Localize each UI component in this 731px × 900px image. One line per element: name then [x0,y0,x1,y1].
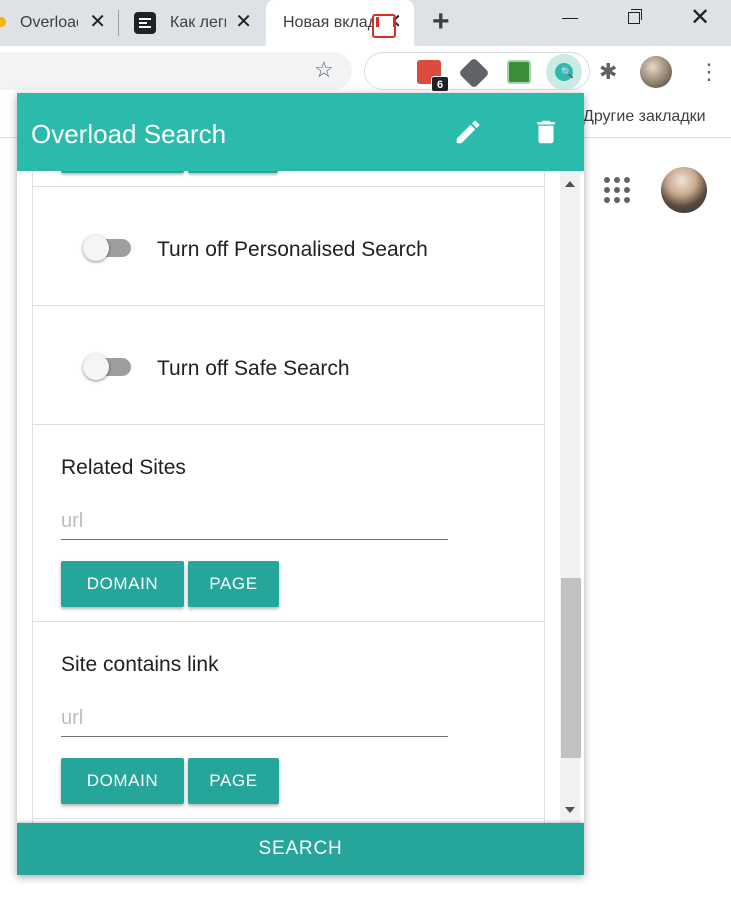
browser-toolbar: ☆ [0,46,731,98]
domain-button-partial[interactable] [61,171,184,173]
gmail-extension-icon[interactable] [372,14,396,38]
close-tab-icon[interactable]: ✕ [235,11,252,33]
personalised-search-label: Turn off Personalised Search [157,238,428,261]
related-sites-title: Related Sites [61,456,186,479]
google-account-avatar[interactable] [661,167,707,213]
todoist-badge: 6 [431,76,449,92]
tab-title: Overload Search [20,14,78,31]
site-contains-link-domain-button[interactable]: DOMAIN [61,758,184,804]
tab-strip: Overload Search ✕ Как легко ✕ Новая вкла… [0,0,731,46]
search-button[interactable]: SEARCH [17,823,584,875]
divider [33,186,544,187]
document-icon [134,12,156,34]
tab-separator [118,10,119,36]
tab-title: Новая вкладка [283,14,377,31]
scroll-down-arrow-icon[interactable] [565,807,575,813]
divider [33,424,544,425]
related-sites-url-input[interactable] [61,504,448,540]
close-tab-icon[interactable]: ✕ [89,11,106,33]
site-contains-link-page-button[interactable]: PAGE [188,758,279,804]
tab-article[interactable]: Как легко ✕ [124,0,264,46]
toggle-knob [83,235,109,261]
tab-favicon [0,17,6,27]
restore-icon[interactable] [628,9,642,24]
window-close-icon[interactable]: ✕ [690,6,710,30]
options-list: Turn off Personalised Search Turn off Sa… [32,171,545,823]
other-bookmarks-folder[interactable]: Другие закладки [583,108,706,126]
popup-scroll-area[interactable]: Turn off Personalised Search Turn off Sa… [17,171,584,823]
tab-overload-search[interactable]: Overload Search ✕ [0,0,118,46]
page-button-partial[interactable] [188,171,278,173]
minimize-icon[interactable] [562,18,578,19]
toggle-knob [83,354,109,380]
bookmark-star-icon[interactable]: ☆ [314,58,334,82]
new-tab-button[interactable]: + [432,6,450,38]
safe-search-label: Turn off Safe Search [157,357,350,380]
divider [33,621,544,622]
overload-search-extension-icon[interactable]: 🔍 [546,54,582,90]
google-apps-icon[interactable] [604,177,630,203]
popup-scrollbar[interactable] [560,171,581,823]
extensions-puzzle-icon[interactable]: ✱ [599,60,617,84]
divider [33,305,544,306]
delete-trash-icon[interactable] [531,117,561,147]
magnifier-icon: 🔍 [560,67,574,79]
site-contains-link-title: Site contains link [61,653,219,676]
scroll-up-arrow-icon[interactable] [565,181,575,187]
personalised-search-toggle[interactable] [81,233,137,263]
related-sites-page-button[interactable]: PAGE [188,561,279,607]
popup-title: Overload Search [31,119,227,149]
address-bar[interactable] [0,52,352,90]
safe-search-toggle[interactable] [81,352,137,382]
browser-menu-icon[interactable]: ⋮ [698,58,720,86]
tab-title: Как легко [170,14,226,31]
popup-header: Overload Search [17,93,584,171]
site-contains-link-url-input[interactable] [61,701,448,737]
scrollbar-thumb[interactable] [561,578,581,758]
divider [33,818,544,819]
edit-pencil-icon[interactable] [453,117,483,147]
profile-avatar[interactable] [640,56,672,88]
overload-search-popup: Overload Search Turn off Personalised Se… [17,93,584,875]
related-sites-domain-button[interactable]: DOMAIN [61,561,184,607]
refresh-extension-icon[interactable] [507,60,531,84]
